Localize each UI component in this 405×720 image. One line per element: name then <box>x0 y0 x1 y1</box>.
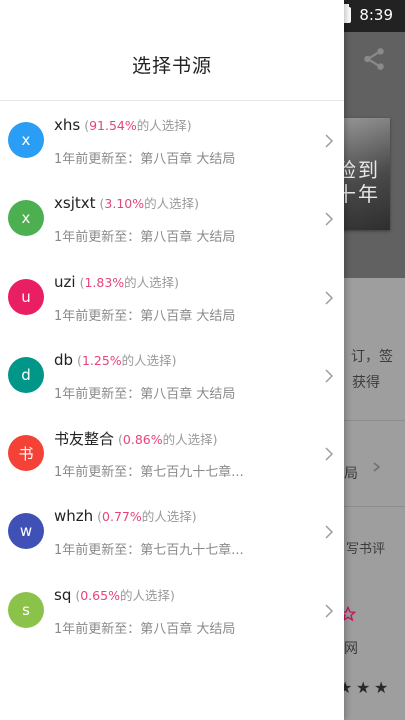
source-name: db <box>54 350 74 369</box>
source-latest-chapter: 1年前更新至：第八百章 大结局 <box>54 230 236 246</box>
source-usage: (0.86%的人选择) <box>118 432 218 447</box>
bg-chevron-right-icon <box>373 462 381 472</box>
source-avatar: s <box>8 591 44 628</box>
source-usage-percent: 0.86% <box>122 432 163 448</box>
bg-chapter-label: 局 <box>344 466 358 482</box>
source-list-item[interactable]: s sq (0.65%的人选择) 1年前更新至：第八百章 大结局 <box>0 571 344 649</box>
source-usage: (0.65%的人选择) <box>75 588 175 603</box>
source-title-line: xhs (91.54%的人选择) <box>54 115 192 134</box>
source-title-line: 书友整合 (0.86%的人选择) <box>54 428 218 449</box>
source-name: whzh <box>54 507 94 526</box>
source-name: 书友整合 <box>54 430 115 449</box>
source-usage-suffix: 的人选择) <box>144 196 199 212</box>
source-usage-suffix: 的人选择) <box>119 587 175 603</box>
bg-description-line2: 获得 <box>352 375 380 391</box>
source-list-item[interactable]: d db (1.25%的人选择) 1年前更新至：第八百章 大结局 <box>0 336 344 414</box>
bg-site-label: 网 <box>344 641 358 657</box>
source-usage-percent: 3.10% <box>104 196 145 212</box>
source-latest-chapter: 1年前更新至：第八百章 大结局 <box>54 386 236 402</box>
source-list-item[interactable]: x xhs (91.54%的人选择) 1年前更新至：第八百章 大结局 <box>0 101 344 179</box>
source-title-line: whzh (0.77%的人选择) <box>54 506 197 525</box>
source-latest-chapter: 1年前更新至：第八百章 大结局 <box>54 152 236 167</box>
bg-star-icon: ★ <box>356 678 371 697</box>
source-list: x xhs (91.54%的人选择) 1年前更新至：第八百章 大结局 x xsjt… <box>0 101 344 649</box>
source-title-line: sq (0.65%的人选择) <box>54 585 175 604</box>
source-title-line: uzi (1.83%的人选择) <box>54 272 179 291</box>
status-icons: 8:39 <box>342 4 393 24</box>
source-usage-suffix: 的人选择) <box>141 509 197 525</box>
source-name: uzi <box>54 272 76 291</box>
bg-star-icon: ★ <box>374 678 389 697</box>
source-avatar: u <box>8 278 44 315</box>
source-usage-suffix: 的人选择) <box>162 432 218 448</box>
drawer-title: 选择书源 <box>131 55 212 77</box>
status-time: 8:39 <box>359 6 393 24</box>
source-latest-chapter: 1年前更新至：第八百章 大结局 <box>54 621 236 637</box>
bg-write-review-label: 写书评 <box>346 542 386 557</box>
share-icon[interactable] <box>361 46 387 72</box>
source-avatar: x <box>8 122 44 158</box>
source-avatar: x <box>8 200 44 237</box>
source-usage: (1.25%的人选择) <box>77 353 177 368</box>
source-latest-chapter: 1年前更新至：第七百九十七章... <box>54 465 244 481</box>
chevron-right-icon <box>325 525 334 540</box>
bg-description-line1: 订，签 <box>351 349 393 365</box>
source-usage: (1.83%的人选择) <box>80 275 180 290</box>
source-usage-percent: 0.77% <box>102 509 142 525</box>
source-latest-chapter: 1年前更新至：第八百章 大结局 <box>54 308 236 324</box>
source-list-item[interactable]: x xsjtxt (3.10%的人选择) 1年前更新至：第八百章 大结局 <box>0 179 344 257</box>
source-usage-suffix: 的人选择) <box>121 352 177 368</box>
chevron-right-icon <box>325 212 334 226</box>
source-usage-percent: 91.54% <box>89 118 137 133</box>
source-latest-chapter: 1年前更新至：第七百九十七章... <box>54 543 244 559</box>
source-name: sq <box>54 585 72 604</box>
source-avatar: 书 <box>8 435 44 472</box>
source-avatar: d <box>8 356 44 393</box>
book-cover-title: 殓到十年 <box>336 158 380 206</box>
source-name: xhs <box>54 116 81 134</box>
source-list-item[interactable]: 书 书友整合 (0.86%的人选择) 1年前更新至：第七百九十七章... <box>0 414 344 492</box>
source-usage: (0.77%的人选择) <box>97 509 197 524</box>
screen: 8:39 殓到十年 订，签 获得 局 写书评 网 ★ ★ ★ 选择书源 x xh… <box>0 0 405 720</box>
select-source-drawer: 选择书源 x xhs (91.54%的人选择) 1年前更新至：第八百章 大结局 x… <box>0 0 344 720</box>
source-usage-suffix: 的人选择) <box>124 274 180 290</box>
source-usage-percent: 1.25% <box>81 352 122 368</box>
chevron-right-icon <box>325 604 334 618</box>
source-list-item[interactable]: w whzh (0.77%的人选择) 1年前更新至：第七百九十七章... <box>0 492 344 570</box>
chevron-right-icon <box>325 291 334 305</box>
source-usage-suffix: 的人选择) <box>136 118 192 133</box>
source-name: xsjtxt <box>54 194 96 213</box>
source-title-line: db (1.25%的人选择) <box>54 350 177 369</box>
chevron-right-icon <box>325 447 334 461</box>
source-avatar: w <box>8 513 44 550</box>
source-usage-percent: 0.65% <box>80 587 120 603</box>
drawer-header: 选择书源 <box>0 0 344 101</box>
source-usage: (3.10%的人选择) <box>100 196 200 211</box>
source-title-line: xsjtxt (3.10%的人选择) <box>54 193 199 212</box>
chevron-right-icon <box>325 134 334 148</box>
source-list-item[interactable]: u uzi (1.83%的人选择) 1年前更新至：第八百章 大结局 <box>0 258 344 336</box>
source-usage: (91.54%的人选择) <box>84 118 191 133</box>
source-usage-percent: 1.83% <box>84 274 125 290</box>
chevron-right-icon <box>325 369 334 383</box>
